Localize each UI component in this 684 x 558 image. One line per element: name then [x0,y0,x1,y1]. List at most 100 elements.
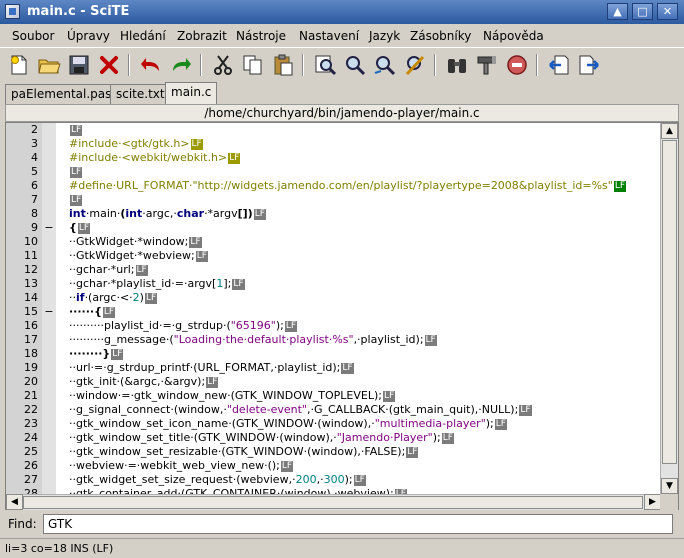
code-line[interactable]: ··gtk_widget_set_size_request·(webview,·… [56,473,660,487]
code-token: ··gtk_widget_set_size_request·(webview,· [69,473,296,486]
code-area[interactable]: LF #include·<gtk/gtk.h> LF #include·<webkit… [56,123,660,494]
menu-nastaveni[interactable]: Nastavení [299,29,359,43]
next-file-icon[interactable] [577,53,601,77]
code-line[interactable]: ··g_signal_connect·(window,·"delete-even… [56,403,660,417]
compile-icon[interactable] [475,53,499,77]
code-line[interactable]: ··gtk_init·(&argc,·&argv); LF [56,375,660,389]
menu-upravy[interactable]: Úpravy [67,29,110,43]
scroll-up-icon[interactable]: ▲ [661,123,678,139]
find-next-icon[interactable] [343,53,367,77]
find-bar: Find: GTK [0,512,684,536]
menu-zobrazit[interactable]: Zobrazit [177,29,227,43]
paste-icon[interactable] [271,53,295,77]
toolbar-separator [434,54,436,76]
fold-marker-icon[interactable]: − [42,305,56,319]
fold-margin[interactable]: − − [42,123,56,494]
minimize-button[interactable]: ▲ [607,3,628,20]
code-line[interactable]: LF [56,193,660,207]
code-line[interactable]: ··gtk_window_set_title·(GTK_WINDOW·(wind… [56,431,660,445]
code-line[interactable]: ··········playlist_id·=·g_strdup·("65196… [56,319,660,333]
find-icon[interactable] [313,53,337,77]
previous-file-icon[interactable] [547,53,571,77]
vertical-scrollbar[interactable]: ▲ ▼ [660,123,678,494]
stop-icon[interactable] [505,53,529,77]
find-replace-icon[interactable] [373,53,397,77]
tab-paelemental[interactable]: paElemental.pas [5,84,118,104]
code-line[interactable]: {LF [56,221,660,235]
code-token: #include·<gtk/gtk.h> [69,137,190,150]
menu-hledani[interactable]: Hledání [120,29,166,43]
code-editor[interactable]: 2 3 4 5 6 7 8 9 10 11 12 13 14 15 16 17 18 19 20 21 22 23 24 25… [5,122,679,510]
code-line[interactable]: ··gtk_container_add·(GTK_CONTAINER·(wind… [56,487,660,494]
scroll-down-icon[interactable]: ▼ [661,478,678,494]
code-line[interactable]: ········} LF [56,347,660,361]
code-line[interactable]: ··if·(argc·<·2) LF [56,291,660,305]
line-number: 16 [24,319,38,332]
find-in-files-icon[interactable] [403,53,427,77]
copy-icon[interactable] [241,53,265,77]
code-line[interactable]: ··gchar·*playlist_id·=·argv[1]; LF [56,277,660,291]
line-ending-marker: LF [70,195,83,206]
line-number: 8 [31,207,38,220]
fold-cell [42,375,56,389]
line-number: 27 [24,473,38,486]
code-line[interactable]: ··window·=·gtk_window_new·(GTK_WINDOW_TO… [56,389,660,403]
code-line[interactable]: ··GtkWidget·*webview; LF [56,249,660,263]
line-ending-marker: LF [382,391,396,402]
code-line[interactable]: LF [56,165,660,179]
tab-main-c[interactable]: main.c [165,82,218,105]
code-line[interactable]: ··webview·=·webkit_web_view_new·(); LF [56,459,660,473]
find-input[interactable]: GTK [43,514,673,534]
code-token: ); [485,417,494,430]
code-line[interactable]: #include·<gtk/gtk.h> LF [56,137,660,151]
horizontal-scrollbar[interactable]: ◀ ▶ [6,494,661,510]
code-token: 2 [132,291,140,304]
code-token: ); [275,319,284,332]
undo-icon[interactable] [139,53,163,77]
cut-icon[interactable] [211,53,235,77]
horizontal-scroll-thumb[interactable] [23,496,643,509]
line-ending-marker: LF [441,433,454,444]
fold-marker-icon[interactable]: − [42,221,56,235]
menu-jazyk[interactable]: Jazyk [369,29,400,43]
tab-scite-txt[interactable]: scite.txt [110,84,171,104]
code-line[interactable]: ··········g_message·("Loading·the·defaul… [56,333,660,347]
code-line[interactable]: ··gtk_window_set_icon_name·(GTK_WINDOW·(… [56,417,660,431]
line-ending-marker: LF [189,237,202,248]
fold-cell [42,459,56,473]
code-line[interactable]: ··gchar·*url; LF [56,263,660,277]
scroll-right-icon[interactable]: ▶ [644,494,661,510]
save-disk-icon[interactable] [67,53,91,77]
code-token: ··gchar·*url; [69,263,135,276]
menu-napoveda[interactable]: Nápověda [483,29,544,43]
code-line[interactable]: int·main·(int·argc,·char·*argv[]) LF [56,207,660,221]
code-line[interactable]: ··url·=·g_strdup_printf·(URL_FORMAT,·pla… [56,361,660,375]
line-ending-marker: LF [144,293,158,304]
fold-cell [42,291,56,305]
fold-cell [42,473,56,487]
code-line[interactable]: LF [56,123,660,137]
code-line[interactable]: ······{LF [56,305,660,319]
fold-cell [42,389,56,403]
code-token: #define·URL_FORMAT·"http://widgets.jamen… [69,179,613,192]
menu-soubor[interactable]: Soubor [12,29,54,43]
code-token: ··GtkWidget·*webview; [69,249,195,262]
scroll-left-icon[interactable]: ◀ [6,494,23,510]
code-token: ··gtk_window_set_icon_name·(GTK_WINDOW·(… [69,417,375,430]
menu-zasobniky[interactable]: Zásobníky [410,29,471,43]
close-button[interactable]: ✕ [657,3,678,20]
redo-icon[interactable] [169,53,193,77]
line-number: 12 [24,263,38,276]
line-ending-marker: LF [111,349,124,360]
vertical-scroll-thumb[interactable] [662,140,677,464]
menu-nastroje[interactable]: Nástroje [236,29,286,43]
code-line[interactable]: #define·URL_FORMAT·"http://widgets.jamen… [56,179,660,193]
new-file-icon[interactable] [7,53,31,77]
code-line[interactable]: ··gtk_window_set_resizable·(GTK_WINDOW·(… [56,445,660,459]
close-x-icon[interactable] [97,53,121,77]
binoculars-icon[interactable] [445,53,469,77]
open-folder-icon[interactable] [37,53,61,77]
code-line[interactable]: ··GtkWidget·*window; LF [56,235,660,249]
maximize-button[interactable]: □ [632,3,653,20]
code-line[interactable]: #include·<webkit/webkit.h> LF [56,151,660,165]
